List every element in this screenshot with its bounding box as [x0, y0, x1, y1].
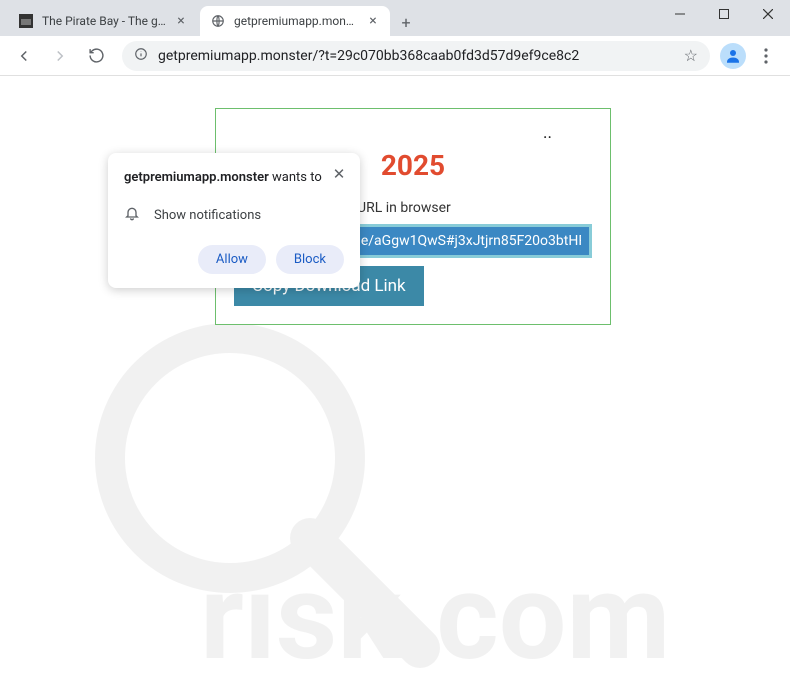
- minimize-button[interactable]: [658, 0, 702, 28]
- close-icon[interactable]: ×: [366, 14, 380, 28]
- tab-getpremium[interactable]: getpremiumapp.monster/?t=29 ×: [200, 6, 390, 36]
- tab-label: The Pirate Bay - The galaxy's m...: [42, 14, 168, 28]
- permission-label: Show notifications: [154, 208, 261, 223]
- url-text: getpremiumapp.monster/?t=29c070bb368caab…: [158, 48, 579, 64]
- profile-avatar[interactable]: [720, 43, 746, 69]
- watermark: risk.com: [0, 278, 790, 698]
- tab-pirate-bay[interactable]: The Pirate Bay - The galaxy's m... ×: [8, 6, 198, 36]
- close-icon[interactable]: ✕: [330, 165, 348, 183]
- forward-button[interactable]: [44, 40, 76, 72]
- window-controls: [658, 0, 790, 36]
- close-window-button[interactable]: [746, 0, 790, 28]
- chrome-menu-button[interactable]: [750, 40, 782, 72]
- bookmark-star-icon[interactable]: ☆: [684, 46, 698, 65]
- reload-button[interactable]: [80, 40, 112, 72]
- back-button[interactable]: [8, 40, 40, 72]
- page-viewport: risk.com .. 2025 Copy and paste the URL …: [0, 76, 790, 698]
- block-button[interactable]: Block: [276, 245, 344, 274]
- permission-row: Show notifications: [124, 205, 344, 225]
- permission-prompt-text: getpremiumapp.monster wants to: [124, 169, 344, 187]
- tab-label: getpremiumapp.monster/?t=29: [234, 14, 360, 28]
- address-bar[interactable]: getpremiumapp.monster/?t=29c070bb368caab…: [122, 41, 710, 71]
- browser-titlebar: The Pirate Bay - The galaxy's m... × get…: [0, 0, 790, 36]
- permission-actions: Allow Block: [124, 245, 344, 274]
- permission-wants: wants to: [272, 170, 322, 185]
- browser-toolbar: getpremiumapp.monster/?t=29c070bb368caab…: [0, 36, 790, 76]
- close-icon[interactable]: ×: [174, 14, 188, 28]
- svg-text:risk.com: risk.com: [200, 548, 670, 688]
- permission-site: getpremiumapp.monster: [124, 170, 269, 185]
- bell-icon: [124, 205, 140, 225]
- card-title: ..: [234, 123, 592, 143]
- site-info-icon[interactable]: [134, 47, 148, 64]
- maximize-button[interactable]: [702, 0, 746, 28]
- new-tab-button[interactable]: +: [392, 8, 420, 36]
- pirate-favicon: [18, 13, 34, 29]
- allow-button[interactable]: Allow: [198, 245, 266, 274]
- globe-icon: [210, 13, 226, 29]
- notification-permission-dialog: ✕ getpremiumapp.monster wants to Show no…: [108, 153, 360, 288]
